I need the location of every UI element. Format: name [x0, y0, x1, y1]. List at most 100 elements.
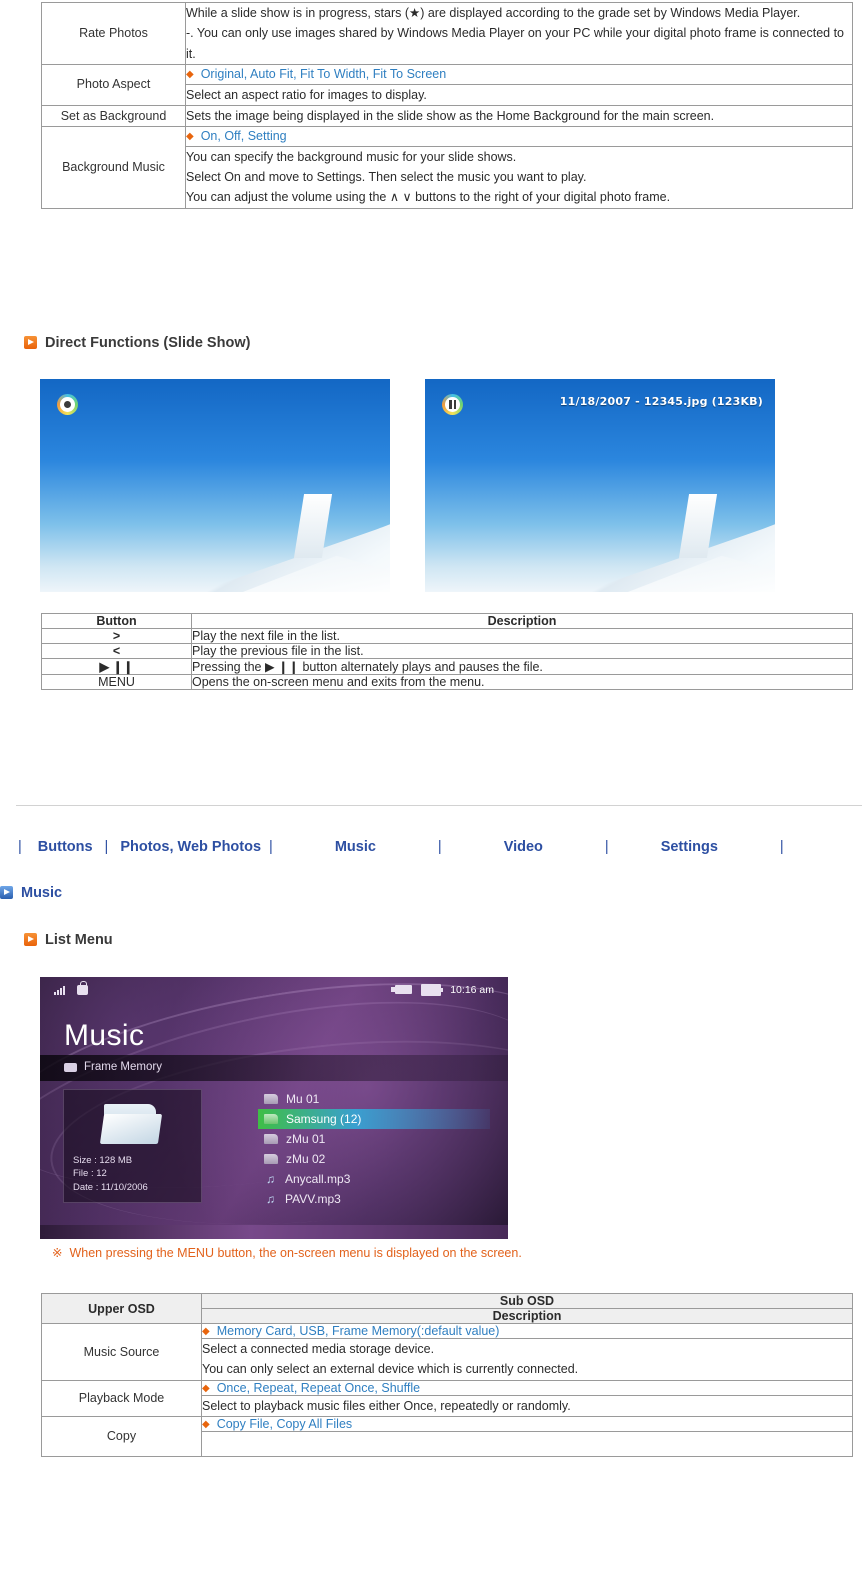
table-row: Set as Background Sets the image being d…	[41, 104, 853, 128]
list-item-label: zMu 01	[286, 1132, 326, 1146]
description-line: Select On and move to Settings. Then sel…	[186, 170, 587, 184]
list-item-label: Samsung (12)	[286, 1112, 362, 1126]
options-text: On, Off, Setting	[200, 129, 287, 143]
table-row: > Play the next file in the list.	[41, 628, 853, 644]
nav-link-buttons[interactable]: Buttons	[38, 839, 93, 855]
music-section-heading: Music	[0, 885, 62, 901]
nav-link-settings[interactable]: Settings	[661, 839, 718, 855]
device-source-label-row: Frame Memory	[64, 1061, 162, 1073]
list-item[interactable]: ♫ Anycall.mp3	[258, 1169, 490, 1189]
folder-icon	[264, 1134, 278, 1144]
folder-date: Date : 11/10/2006	[73, 1182, 148, 1194]
list-item[interactable]: Mu 01	[258, 1089, 490, 1109]
row-label: Photo Aspect	[41, 63, 186, 106]
row-description: Select a connected media storage device.…	[201, 1338, 853, 1381]
folder-icon	[99, 1102, 164, 1148]
button-cell: <	[41, 643, 192, 659]
button-cell: MENU	[41, 674, 192, 690]
memory-card-icon	[64, 1062, 77, 1072]
row-description: Select to playback music files either On…	[201, 1394, 853, 1417]
section-divider	[16, 805, 862, 806]
table-row: Rate Photos While a slide show is in pro…	[41, 2, 853, 65]
description-line: You can only select an external device w…	[202, 1362, 579, 1377]
list-item-label: PAVV.mp3	[285, 1192, 341, 1206]
options-text: Original, Auto Fit, Fit To Width, Fit To…	[200, 66, 447, 81]
row-label: Rate Photos	[41, 2, 186, 65]
column-header-description: Description	[191, 613, 853, 629]
description-cell: Play the next file in the list.	[191, 628, 853, 644]
music-note-icon: ♫	[266, 1172, 275, 1186]
device-bottom-bar	[40, 1225, 508, 1239]
device-status-bar: 10:16 am	[40, 977, 508, 1002]
table-row: Copy ◆ Copy File, Copy All Files	[41, 1415, 853, 1457]
table-row: < Play the previous file in the list.	[41, 643, 853, 659]
column-header-sub-osd: Sub OSD	[201, 1293, 853, 1309]
list-item-label: zMu 02	[286, 1152, 326, 1166]
nav-separator: |	[779, 839, 784, 855]
description-line: You can adjust the volume using the ∧ ∨ …	[186, 190, 671, 205]
table-row: Photo Aspect ◆ Original, Auto Fit, Fit To…	[41, 63, 853, 106]
description-line: You can specify the background music for…	[186, 149, 517, 164]
list-item-selected[interactable]: Samsung (12)	[258, 1109, 490, 1129]
direct-functions-heading: Direct Functions (Slide Show)	[24, 335, 250, 351]
heading-text: Direct Functions (Slide Show)	[45, 335, 251, 351]
table-row: Background Music ◆ On, Off, Setting	[41, 126, 853, 209]
record-icon	[57, 394, 78, 415]
nav-separator: |	[269, 839, 273, 855]
row-options: ◆ Memory Card, USB, Frame Memory(:default…	[201, 1323, 853, 1339]
folder-file-count: File : 12	[73, 1168, 107, 1180]
table-row: MENU Opens the on-screen menu and exits …	[41, 674, 853, 690]
row-options: ◆ Once, Repeat, Repeat Once, Shuffle	[201, 1379, 853, 1396]
options-text: Memory Card, USB, Frame Memory(:default …	[216, 1324, 500, 1338]
description-line: Select to playback music files either On…	[202, 1398, 571, 1413]
description-line: -. You can only use images shared by Win…	[186, 26, 844, 61]
note-text: When pressing the MENU button, the on-sc…	[69, 1246, 522, 1260]
folder-icon	[264, 1094, 278, 1104]
arrow-square-icon	[0, 886, 13, 899]
column-header-button: Button	[41, 613, 192, 629]
row-description: Sets the image being displayed in the sl…	[185, 104, 853, 128]
diamond-bullet-icon: ◆	[202, 1326, 210, 1337]
row-options: ◆ On, Off, Setting	[185, 126, 853, 147]
row-description: You can specify the background music for…	[185, 145, 853, 209]
list-item[interactable]: zMu 02	[258, 1149, 490, 1169]
description-line: Sets the image being displayed in the sl…	[186, 108, 715, 123]
row-description	[201, 1430, 853, 1457]
lock-icon	[77, 980, 88, 995]
row-options: ◆ Copy File, Copy All Files	[201, 1415, 853, 1432]
nav-separator: |	[18, 839, 22, 855]
slideshow-photo-left	[40, 379, 390, 592]
row-description: Select an aspect ratio for images to dis…	[185, 83, 853, 106]
nav-link-music[interactable]: Music	[335, 839, 376, 855]
nav-link-video[interactable]: Video	[504, 839, 543, 855]
row-label: Playback Mode	[41, 1379, 202, 1417]
usb-icon	[391, 985, 413, 994]
section-navigation[interactable]: | Buttons | Photos, Web Photos | Music |…	[16, 832, 862, 862]
heading-text: List Menu	[45, 932, 113, 948]
osd-settings-table: Upper OSD Sub OSD Description Music Sour…	[41, 1293, 853, 1457]
row-label: Set as Background	[41, 104, 186, 128]
slideshow-photo-right: 11/18/2007 - 12345.jpg (123KB)	[425, 379, 775, 592]
diamond-bullet-icon: ◆	[186, 131, 194, 142]
photo-filename-overlay: 11/18/2007 - 12345.jpg (123KB)	[559, 395, 763, 408]
signal-bars-icon	[54, 985, 65, 995]
description-line: While a slide show is in progress, stars…	[186, 6, 801, 20]
column-header-upper-osd: Upper OSD	[41, 1293, 202, 1324]
slideshow-settings-table: Rate Photos While a slide show is in pro…	[41, 2, 853, 209]
row-description: While a slide show is in progress, stars…	[185, 2, 853, 65]
diamond-bullet-icon: ◆	[202, 1418, 210, 1430]
row-label: Copy	[41, 1415, 202, 1457]
list-item-label: Anycall.mp3	[285, 1172, 351, 1186]
nav-link-photos-web-photos[interactable]: Photos, Web Photos	[120, 839, 261, 855]
row-options: ◆ Original, Auto Fit, Fit To Width, Fit T…	[185, 63, 853, 85]
folder-icon	[264, 1114, 278, 1124]
list-item[interactable]: ♫ PAVV.mp3	[258, 1189, 490, 1209]
list-item[interactable]: zMu 01	[258, 1129, 490, 1149]
device-file-list[interactable]: Mu 01 Samsung (12) zMu 01 zMu 02 ♫ Anyca…	[258, 1089, 490, 1209]
row-label: Background Music	[41, 126, 186, 209]
diamond-bullet-icon: ◆	[186, 68, 194, 80]
description-cell: Play the previous file in the list.	[191, 643, 853, 659]
column-header-description: Description	[201, 1308, 853, 1324]
list-menu-heading: List Menu	[24, 932, 113, 948]
nav-separator: |	[104, 839, 109, 855]
